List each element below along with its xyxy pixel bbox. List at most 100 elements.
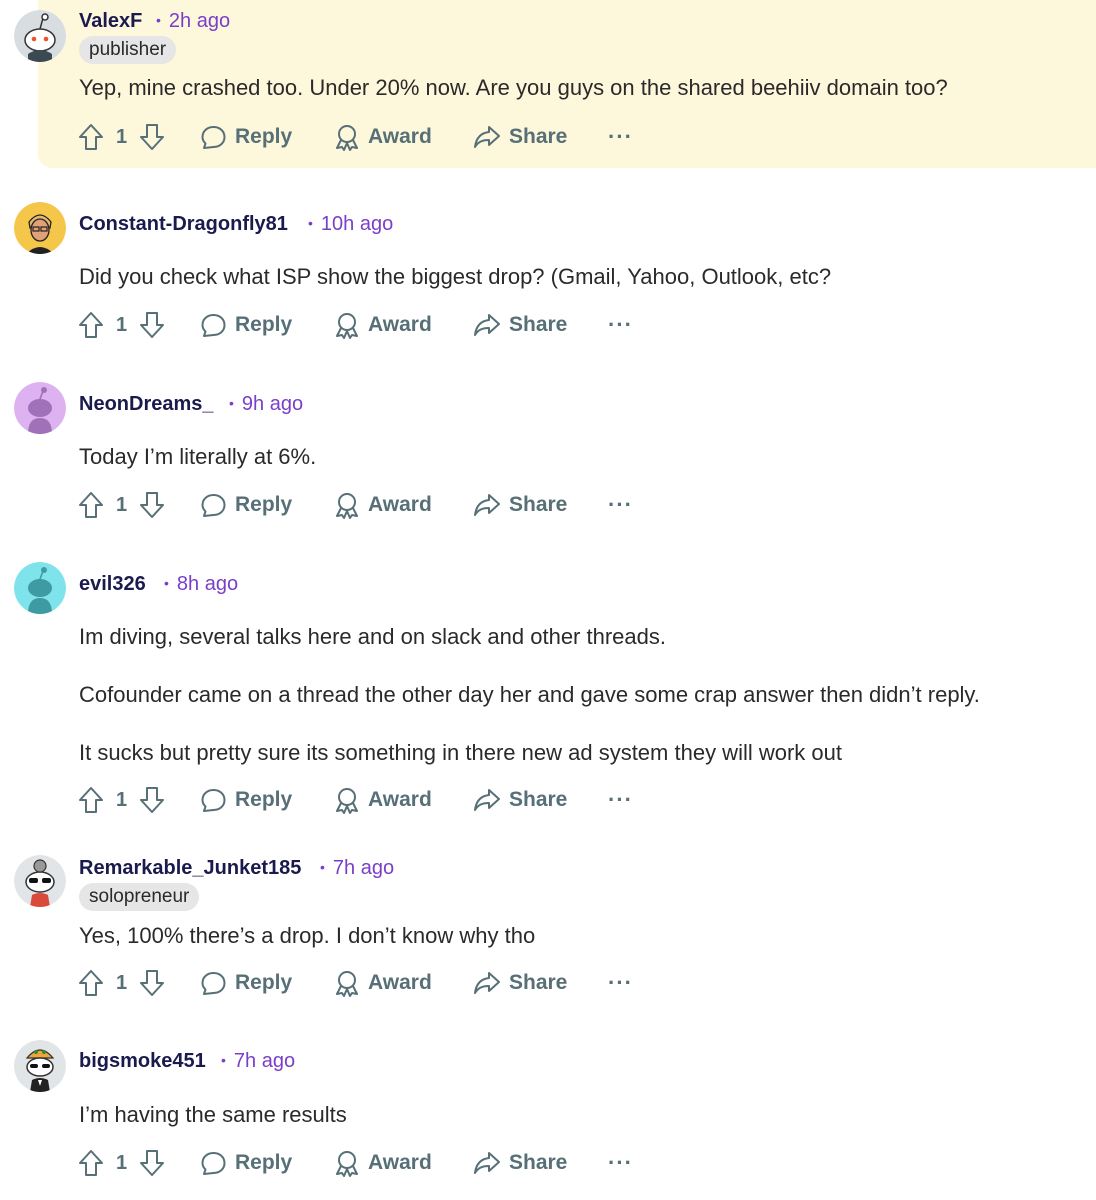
comment-actions: 1 Reply Award Share ··· xyxy=(0,1143,700,1183)
more-options-button[interactable]: ··· xyxy=(608,1143,633,1183)
user-flair: publisher xyxy=(79,36,177,64)
comment-text: Yes, 100% there’s a drop. I don’t know w… xyxy=(79,923,536,948)
avatar[interactable] xyxy=(14,855,66,907)
reply-button[interactable]: Reply xyxy=(200,485,292,525)
comment-text: Im diving, several talks here and on sla… xyxy=(79,624,666,649)
vote-count: 1 xyxy=(116,788,128,811)
more-options-icon[interactable]: ··· xyxy=(608,1150,633,1176)
award-icon xyxy=(336,1151,358,1177)
downvote-button[interactable] xyxy=(139,780,165,820)
downvote-icon xyxy=(140,787,164,813)
share-button[interactable]: Share xyxy=(473,780,567,820)
share-icon xyxy=(474,1152,500,1174)
comment-author[interactable]: evil326 xyxy=(79,573,146,596)
upvote-button[interactable] xyxy=(78,117,104,157)
comment-bubble-icon xyxy=(201,788,226,812)
comment-actions: 1 Reply Award Share ··· xyxy=(0,780,700,820)
comment-author[interactable]: Remarkable_Junket185 xyxy=(79,857,301,880)
comment-author[interactable]: ValexF xyxy=(79,10,142,33)
upvote-button[interactable] xyxy=(78,1143,104,1183)
avatar[interactable] xyxy=(14,10,66,62)
snoo-default-icon xyxy=(14,10,66,62)
award-icon xyxy=(336,971,358,997)
award-icon xyxy=(336,493,358,519)
downvote-button[interactable] xyxy=(139,1143,165,1183)
more-options-icon[interactable]: ··· xyxy=(608,970,633,996)
comment-author[interactable]: Constant-Dragonfly81 xyxy=(79,213,288,236)
more-options-icon[interactable]: ··· xyxy=(608,787,633,813)
comment-timestamp[interactable]: • 7h ago xyxy=(320,857,394,880)
comment-text: Yep, mine crashed too. Under 20% now. Ar… xyxy=(79,75,948,100)
award-button[interactable]: Award xyxy=(334,963,432,1003)
award-button[interactable]: Award xyxy=(334,117,432,157)
share-button[interactable]: Share xyxy=(473,117,567,157)
downvote-button[interactable] xyxy=(139,963,165,1003)
share-button[interactable]: Share xyxy=(473,305,567,345)
downvote-button[interactable] xyxy=(139,485,165,525)
vote-count: 1 xyxy=(116,125,128,148)
avatar[interactable] xyxy=(14,202,66,254)
comment-actions: 1 Reply Award Share ··· xyxy=(0,117,700,157)
comment-evil326: evil326 • 8h ago Im diving, several talks… xyxy=(0,560,1096,830)
upvote-button[interactable] xyxy=(78,780,104,820)
comment-constant-dragonfly81: Constant-Dragonfly81 • 10h ago Did you ch… xyxy=(0,200,1096,350)
user-flair: solopreneur xyxy=(79,883,200,911)
comment-actions: 1 Reply Award Share ··· xyxy=(0,485,700,525)
more-options-button[interactable]: ··· xyxy=(608,963,633,1003)
more-options-button[interactable]: ··· xyxy=(608,780,633,820)
award-button[interactable]: Award xyxy=(334,485,432,525)
upvote-button[interactable] xyxy=(78,305,104,345)
yellow-person-icon xyxy=(14,202,66,254)
upvote-icon xyxy=(79,787,103,813)
comment-bigsmoke451: bigsmoke451 • 7h ago I’m having the same … xyxy=(0,1040,1096,1200)
reply-button[interactable]: Reply xyxy=(200,305,292,345)
avatar[interactable] xyxy=(14,562,66,614)
more-options-icon[interactable]: ··· xyxy=(608,312,633,338)
more-options-button[interactable]: ··· xyxy=(608,485,633,525)
comment-text: Did you check what ISP show the biggest … xyxy=(79,264,832,289)
comment-bubble-icon xyxy=(201,125,226,149)
award-button[interactable]: Award xyxy=(334,1143,432,1183)
comment-timestamp[interactable]: • 10h ago xyxy=(308,213,393,236)
vote-count: 1 xyxy=(116,971,128,994)
comment-timestamp[interactable]: • 8h ago xyxy=(164,573,238,596)
comment-bubble-icon xyxy=(201,313,226,337)
comment-timestamp[interactable]: • 2h ago xyxy=(156,10,230,33)
reply-button[interactable]: Reply xyxy=(200,117,292,157)
award-button[interactable]: Award xyxy=(334,305,432,345)
comment-text: Today I’m literally at 6%. xyxy=(79,444,317,469)
share-button[interactable]: Share xyxy=(473,963,567,1003)
upvote-icon xyxy=(79,492,103,518)
vote-count: 1 xyxy=(116,493,128,516)
reply-button[interactable]: Reply xyxy=(200,963,292,1003)
more-options-icon[interactable]: ··· xyxy=(608,492,633,518)
comment-text: Cofounder came on a thread the other day… xyxy=(79,682,980,707)
downvote-button[interactable] xyxy=(139,305,165,345)
downvote-button[interactable] xyxy=(139,117,165,157)
downvote-icon xyxy=(140,492,164,518)
comment-author[interactable]: bigsmoke451 xyxy=(79,1050,206,1073)
comment-bubble-icon xyxy=(201,1151,226,1175)
reply-button[interactable]: Reply xyxy=(200,1143,292,1183)
vote-count: 1 xyxy=(116,1151,128,1174)
more-options-button[interactable]: ··· xyxy=(608,117,633,157)
share-icon xyxy=(474,789,500,811)
more-options-icon[interactable]: ··· xyxy=(608,124,633,150)
comment-timestamp[interactable]: • 9h ago xyxy=(229,393,303,416)
upvote-button[interactable] xyxy=(78,485,104,525)
reply-button[interactable]: Reply xyxy=(200,780,292,820)
more-options-button[interactable]: ··· xyxy=(608,305,633,345)
comment-actions: 1 Reply Award Share ··· xyxy=(0,963,700,1003)
award-icon xyxy=(336,788,358,814)
share-button[interactable]: Share xyxy=(473,485,567,525)
comment-text: It sucks but pretty sure its something i… xyxy=(79,740,842,765)
comment-bubble-icon xyxy=(201,493,226,517)
comment-timestamp[interactable]: • 7h ago xyxy=(221,1050,295,1073)
comment-author[interactable]: NeonDreams_ xyxy=(79,393,214,416)
upvote-icon xyxy=(79,312,103,338)
award-button[interactable]: Award xyxy=(334,780,432,820)
avatar[interactable] xyxy=(14,382,66,434)
share-button[interactable]: Share xyxy=(473,1143,567,1183)
upvote-button[interactable] xyxy=(78,963,104,1003)
avatar[interactable] xyxy=(14,1040,66,1092)
